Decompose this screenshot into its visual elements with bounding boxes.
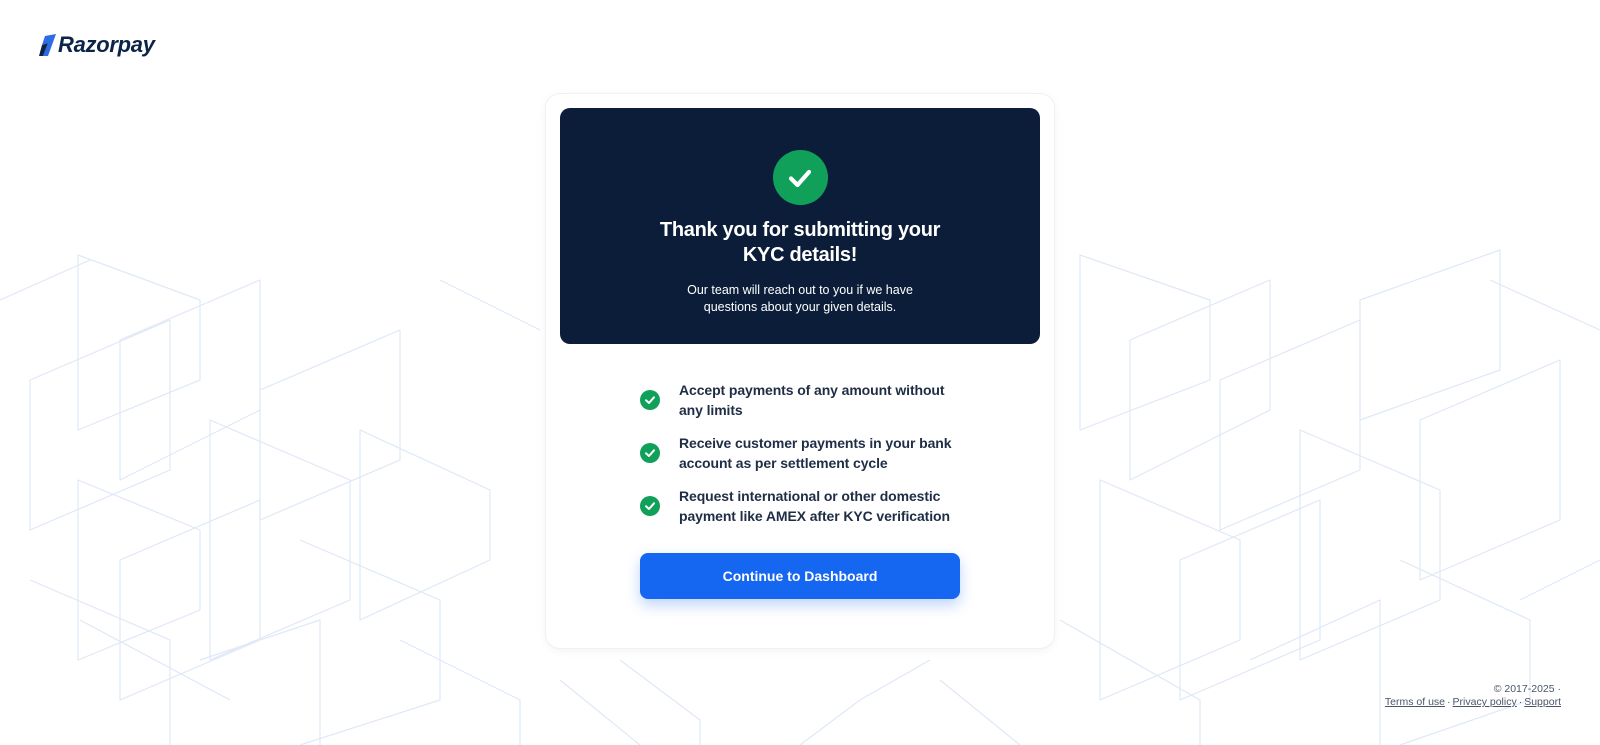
- check-circle-icon: [772, 150, 828, 205]
- feature-list: Accept payments of any amount without an…: [640, 380, 970, 539]
- success-title: Thank you for submitting your KYC detail…: [659, 219, 941, 266]
- support-link[interactable]: Support: [1524, 696, 1561, 708]
- footer-separator: ·: [1518, 696, 1523, 708]
- continue-to-dashboard-button[interactable]: Continue to Dashboard: [640, 553, 960, 599]
- list-item: Accept payments of any amount without an…: [640, 380, 970, 420]
- list-item: Request international or other domestic …: [640, 486, 970, 526]
- check-circle-icon: [640, 443, 660, 463]
- kyc-success-card: Thank you for submitting your KYC detail…: [546, 94, 1054, 648]
- razorpay-logo-icon: [39, 34, 56, 56]
- check-circle-icon: [640, 390, 660, 410]
- success-subtitle: Our team will reach out to you if we hav…: [687, 283, 913, 314]
- list-item: Receive customer payments in your bank a…: [640, 433, 970, 473]
- check-circle-icon: [640, 496, 660, 516]
- success-banner: Thank you for submitting your KYC detail…: [560, 108, 1040, 344]
- footer-separator: ·: [1447, 696, 1451, 708]
- copyright-text: © 2017-2025 ·: [1493, 683, 1561, 695]
- feature-text: Receive customer payments in your bank a…: [679, 435, 952, 471]
- terms-of-use-link[interactable]: Terms of use: [1385, 696, 1445, 708]
- brand-name: Razorpay: [58, 32, 155, 57]
- feature-text: Request international or other domestic …: [679, 488, 950, 524]
- feature-text: Accept payments of any amount without an…: [679, 382, 945, 418]
- razorpay-logo[interactable]: Razorpay: [39, 30, 155, 60]
- footer-links: Terms of use · Privacy policy · Support: [1385, 696, 1561, 709]
- footer: © 2017-2025 · Terms of use · Privacy polic…: [1385, 683, 1561, 709]
- privacy-policy-link[interactable]: Privacy policy: [1453, 696, 1517, 708]
